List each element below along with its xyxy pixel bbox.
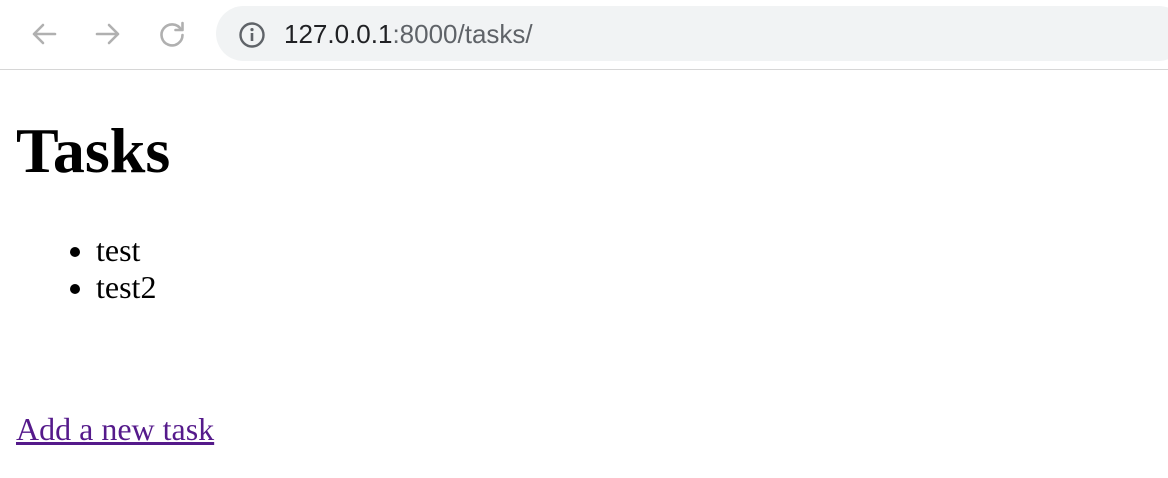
address-bar[interactable]: 127.0.0.1:8000/tasks/ [216, 6, 1168, 61]
reload-button[interactable] [155, 17, 189, 51]
url-path: :8000/tasks/ [392, 19, 533, 49]
url-text[interactable]: 127.0.0.1:8000/tasks/ [284, 19, 533, 49]
task-item: test2 [96, 269, 156, 306]
arrow-right-icon [95, 23, 120, 45]
arrow-left-icon [32, 23, 57, 45]
forward-button[interactable] [91, 17, 125, 51]
url-host: 127.0.0.1 [284, 19, 393, 49]
task-list: test test2 [16, 232, 156, 306]
browser-toolbar: 127.0.0.1:8000/tasks/ [0, 0, 1168, 70]
task-item: test [96, 232, 156, 269]
add-task-link[interactable]: Add a new task [16, 411, 214, 448]
page-title: Tasks [16, 115, 171, 186]
reload-icon [160, 21, 184, 47]
info-icon[interactable] [238, 21, 266, 49]
back-button[interactable] [27, 17, 61, 51]
